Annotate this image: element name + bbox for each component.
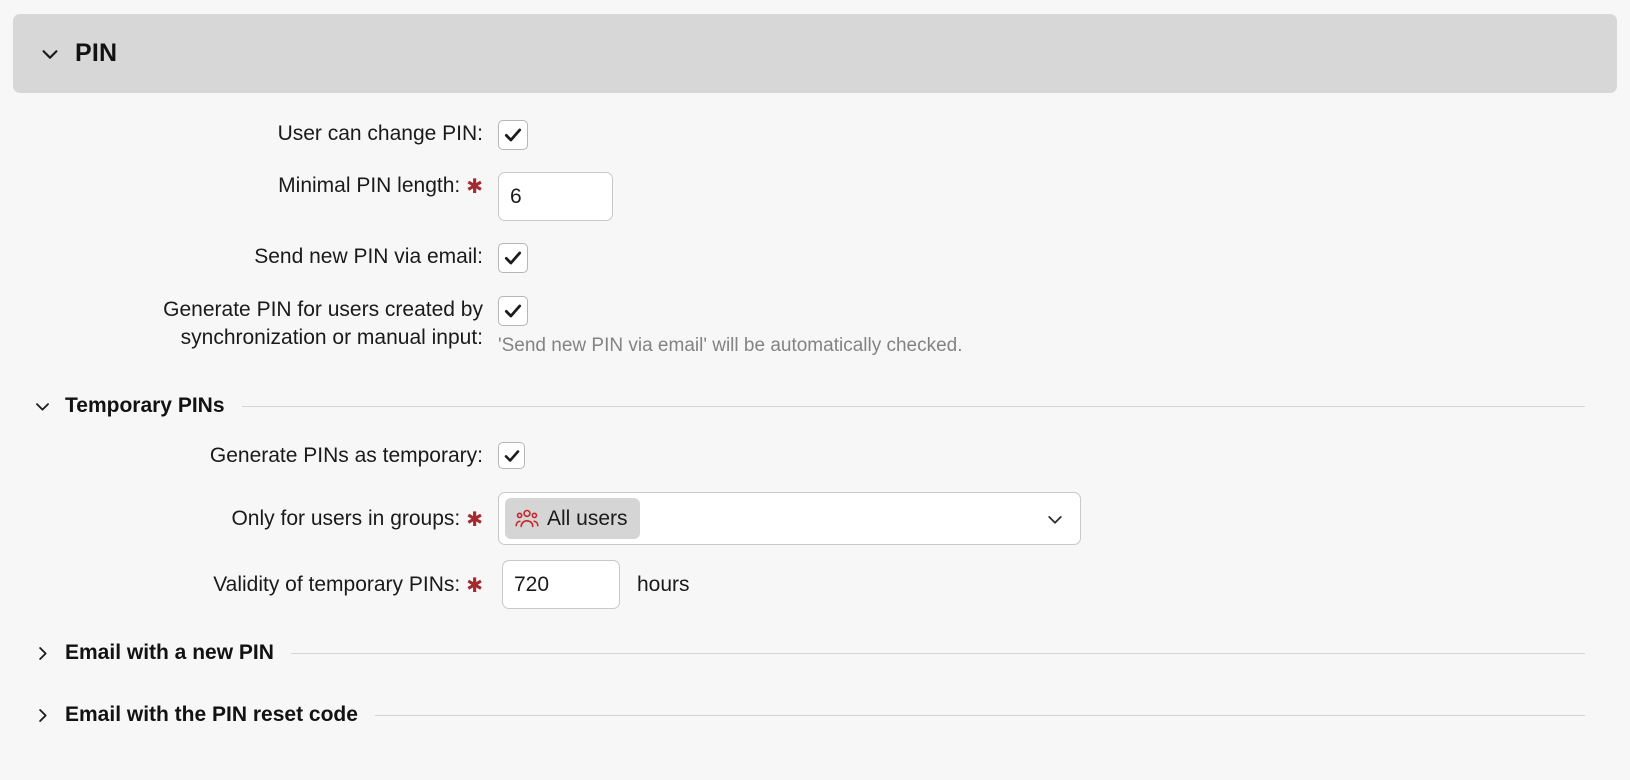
chevron-right-icon bbox=[30, 641, 54, 665]
users-group-icon bbox=[515, 509, 539, 529]
send-new-pin-via-email-label: Send new PIN via email: bbox=[254, 245, 483, 268]
row-minimal-pin-length: Minimal PIN length: ✱ bbox=[0, 172, 1630, 221]
group-chip-all-users[interactable]: All users bbox=[505, 498, 640, 539]
group-chip-label: All users bbox=[547, 506, 628, 530]
row-only-for-users-in-groups: Only for users in groups: ✱ All users bbox=[0, 492, 1630, 545]
validity-of-temporary-pins-label: Validity of temporary PINs: bbox=[213, 573, 461, 596]
generate-pin-label-line1: Generate PIN for users created by bbox=[163, 298, 483, 321]
temporary-pins-section-header[interactable]: Temporary PINs bbox=[0, 394, 1630, 418]
minimal-pin-length-input[interactable] bbox=[498, 172, 613, 221]
generate-pins-as-temporary-checkbox[interactable] bbox=[498, 442, 525, 469]
required-marker: ✱ bbox=[466, 575, 483, 597]
section-divider bbox=[374, 714, 1585, 716]
validity-units-label: hours bbox=[637, 573, 690, 596]
user-can-change-pin-checkbox[interactable] bbox=[498, 120, 528, 150]
send-new-pin-via-email-checkbox[interactable] bbox=[498, 243, 528, 273]
required-marker: ✱ bbox=[466, 176, 483, 198]
chevron-down-icon[interactable] bbox=[1044, 508, 1066, 530]
email-with-new-pin-section-header[interactable]: Email with a new PIN bbox=[0, 641, 1630, 665]
row-generate-pin-for-created-users: Generate PIN for users created by synchr… bbox=[0, 296, 1630, 360]
email-with-pin-reset-code-section-header[interactable]: Email with the PIN reset code bbox=[0, 703, 1630, 727]
generate-pin-hint: 'Send new PIN via email' will be automat… bbox=[498, 335, 963, 356]
required-marker: ✱ bbox=[466, 509, 483, 531]
pin-settings-form: User can change PIN: Minimal PIN length:… bbox=[0, 93, 1630, 727]
chevron-down-icon bbox=[30, 394, 54, 418]
chevron-right-icon bbox=[30, 703, 54, 727]
email-with-pin-reset-code-title: Email with the PIN reset code bbox=[65, 703, 358, 726]
section-divider bbox=[290, 652, 1585, 654]
row-validity-of-temporary-pins: Validity of temporary PINs:✱ hours bbox=[0, 560, 1630, 609]
validity-of-temporary-pins-input[interactable] bbox=[502, 560, 620, 609]
groups-multiselect[interactable]: All users bbox=[498, 492, 1081, 545]
row-user-can-change-pin: User can change PIN: bbox=[0, 120, 1630, 150]
email-with-new-pin-title: Email with a new PIN bbox=[65, 641, 274, 664]
pin-panel-title: PIN bbox=[75, 39, 118, 67]
minimal-pin-length-label: Minimal PIN length: bbox=[278, 174, 461, 197]
generate-pin-for-created-users-checkbox[interactable] bbox=[498, 296, 528, 326]
only-for-users-in-groups-label: Only for users in groups: bbox=[231, 507, 461, 530]
row-generate-pins-as-temporary: Generate PINs as temporary: bbox=[0, 442, 1630, 470]
chevron-down-icon bbox=[37, 41, 63, 67]
section-divider bbox=[241, 405, 1585, 407]
user-can-change-pin-label: User can change PIN: bbox=[277, 122, 483, 145]
row-send-new-pin-via-email: Send new PIN via email: bbox=[0, 243, 1630, 273]
temporary-pins-title: Temporary PINs bbox=[65, 394, 225, 417]
generate-pin-label-line2: synchronization or manual input: bbox=[180, 326, 483, 349]
pin-panel-header[interactable]: PIN bbox=[13, 14, 1617, 93]
generate-pins-as-temporary-label: Generate PINs as temporary: bbox=[209, 444, 483, 467]
